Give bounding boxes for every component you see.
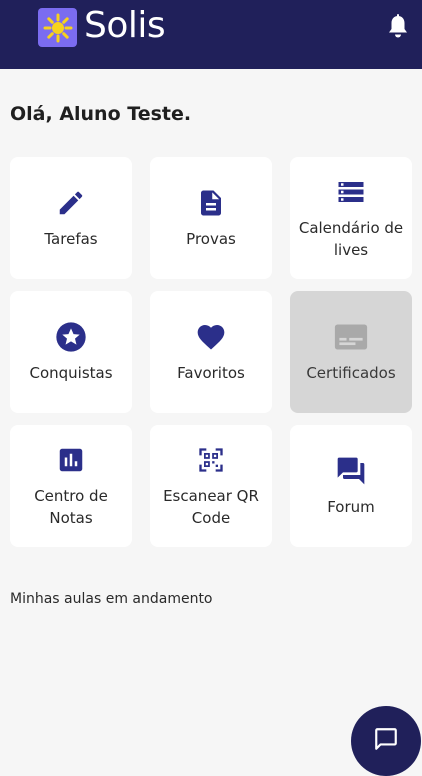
tile-certificados[interactable]: Certificados <box>290 291 412 413</box>
tile-centro-de-notas[interactable]: Centro de Notas <box>10 425 132 547</box>
sun-logo-icon <box>38 8 77 47</box>
tile-provas[interactable]: Provas <box>150 157 272 279</box>
chat-button[interactable] <box>351 706 421 776</box>
tile-favoritos[interactable]: Favoritos <box>150 291 272 413</box>
tile-label: Certificados <box>306 364 396 382</box>
app-name: Solis <box>84 5 166 46</box>
tile-label: Provas <box>186 230 236 248</box>
tile-forum[interactable]: Forum <box>290 425 412 547</box>
tile-label: Favoritos <box>177 364 245 382</box>
qr-scan-icon <box>194 443 228 477</box>
tile-label: Escanear QR Code <box>163 487 259 527</box>
storage-icon <box>334 175 368 209</box>
tile-label: Calendário de lives <box>298 219 404 259</box>
greeting: Olá, Aluno Teste. <box>10 103 192 125</box>
chat-icon <box>375 728 397 750</box>
menu-grid: Tarefas Provas Calendário de lives Conqu… <box>10 157 412 547</box>
pencil-icon <box>54 186 88 220</box>
bar-chart-icon <box>54 443 88 477</box>
tile-tarefas[interactable]: Tarefas <box>10 157 132 279</box>
in-progress-section-title: Minhas aulas em andamento <box>10 591 213 607</box>
tile-label: Forum <box>327 498 375 516</box>
tile-label: Tarefas <box>44 230 98 248</box>
forum-icon <box>334 454 368 488</box>
tile-calendario-de-lives[interactable]: Calendário de lives <box>290 157 412 279</box>
heart-icon <box>194 320 228 354</box>
tile-label: Conquistas <box>29 364 113 382</box>
tile-escanear-qr-code[interactable]: Escanear QR Code <box>150 425 272 547</box>
card-icon <box>334 320 368 354</box>
document-icon <box>194 186 228 220</box>
bell-icon[interactable] <box>386 14 410 40</box>
tile-conquistas[interactable]: Conquistas <box>10 291 132 413</box>
app-header: Solis <box>0 0 422 69</box>
star-badge-icon <box>54 320 88 354</box>
tile-label: Centro de Notas <box>34 487 108 527</box>
